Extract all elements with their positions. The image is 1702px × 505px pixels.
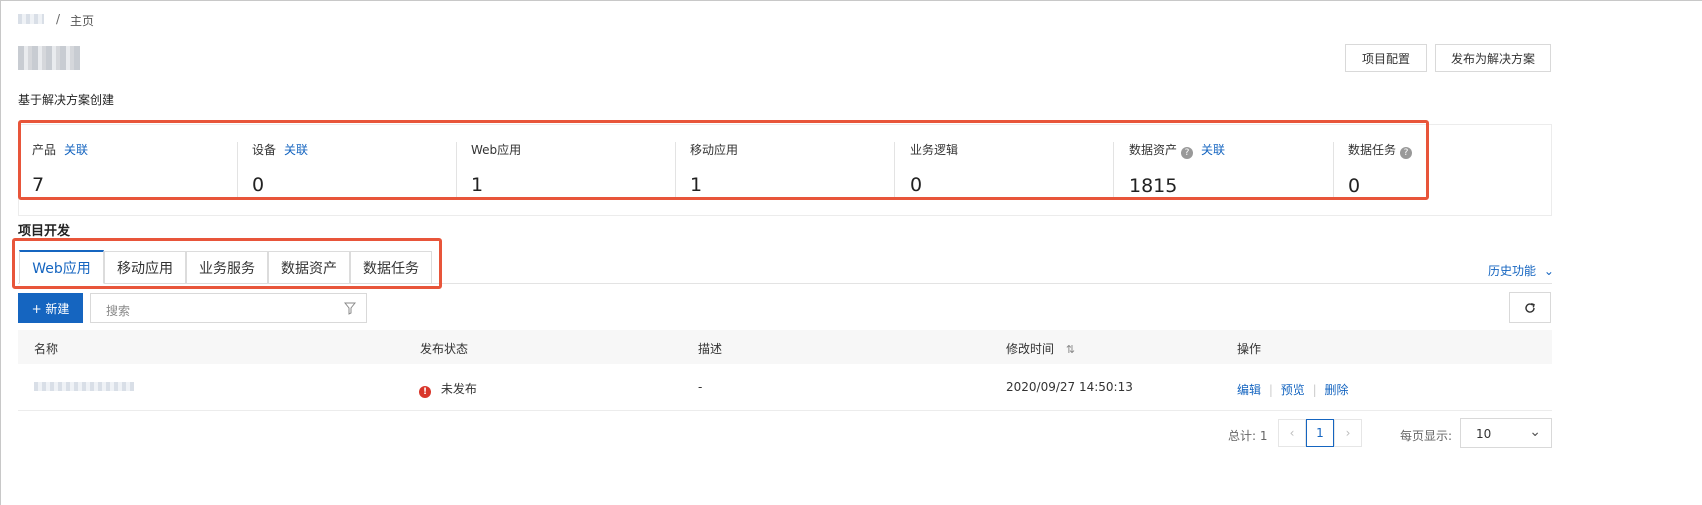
col-header-status: 发布状态 (420, 342, 469, 356)
project-title (18, 46, 80, 70)
chevron-down-icon: ⌄ (1543, 264, 1554, 278)
section-title-dev: 项目开发 (18, 224, 71, 239)
history-features-label: 历史功能 (1488, 264, 1537, 278)
delete-link[interactable]: 删除 (1324, 383, 1348, 397)
row-status: ! 未发布 (419, 380, 477, 398)
refresh-icon (1525, 302, 1535, 313)
tabs-highlight (12, 238, 442, 289)
breadcrumb-separator: / (56, 12, 61, 26)
chevron-down-icon: ⌄ (1529, 424, 1541, 440)
row-status-text: 未发布 (440, 382, 477, 396)
search-placeholder: 搜索 (106, 304, 131, 318)
error-icon: ! (419, 386, 431, 398)
action-divider: | (1312, 383, 1317, 397)
sort-icon[interactable]: ⇅ (1066, 343, 1075, 356)
col-header-actions: 操作 (1237, 342, 1262, 356)
next-page-button[interactable]: › (1334, 419, 1362, 447)
preview-link[interactable]: 预览 (1281, 383, 1305, 397)
table-header (18, 330, 1552, 364)
page-size-label: 每页显示: (1400, 429, 1453, 443)
filter-icon[interactable] (344, 302, 356, 315)
search-input[interactable]: 搜索 (90, 293, 367, 323)
chevron-left-icon: ‹ (1289, 426, 1295, 440)
stats-highlight (18, 120, 1429, 200)
history-features-link[interactable]: 历史功能 ⌄ (1488, 262, 1554, 279)
action-divider: | (1268, 383, 1273, 397)
chevron-right-icon: › (1345, 426, 1351, 440)
page-size-select[interactable]: 10 ⌄ (1460, 418, 1552, 448)
row-actions: 编辑 | 预览 | 删除 (1237, 381, 1348, 398)
publish-solution-button[interactable]: 发布为解决方案 (1435, 44, 1551, 72)
breadcrumb-current: 主页 (70, 14, 95, 28)
row-modified-time: 2020/09/27 14:50:13 (1006, 380, 1133, 394)
pagination-total: 总计: 1 (1228, 429, 1268, 443)
col-header-name: 名称 (34, 342, 59, 356)
row-name-link[interactable] (34, 382, 134, 391)
col-header-modified[interactable]: 修改时间 ⇅ (1006, 340, 1075, 357)
page-1-button[interactable]: 1 (1306, 419, 1334, 447)
refresh-button[interactable] (1509, 292, 1551, 323)
col-header-description: 描述 (698, 342, 723, 356)
row-description: - (698, 380, 703, 394)
prev-page-button[interactable]: ‹ (1278, 419, 1306, 447)
new-button[interactable]: + 新建 (18, 293, 83, 323)
breadcrumb-project-link[interactable] (18, 14, 44, 24)
page-size-value: 10 (1476, 427, 1492, 441)
col-header-modified-label: 修改时间 (1006, 342, 1055, 356)
section-title-solution: 基于解决方案创建 (18, 93, 115, 107)
project-config-button[interactable]: 项目配置 (1345, 44, 1427, 72)
edit-link[interactable]: 编辑 (1237, 383, 1261, 397)
